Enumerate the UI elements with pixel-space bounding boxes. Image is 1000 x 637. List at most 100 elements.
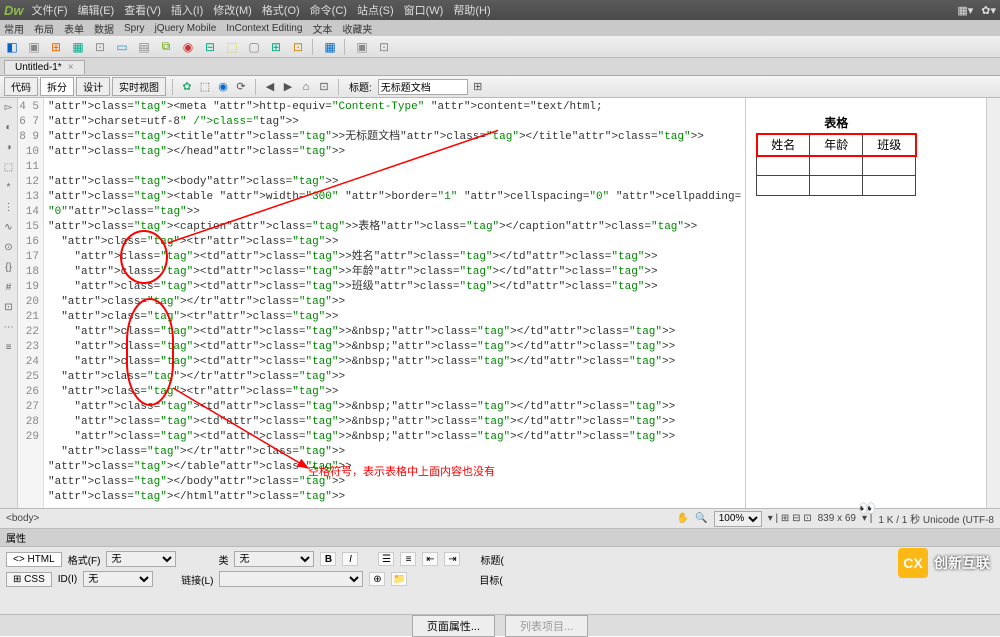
code-pane[interactable]: 4 5 6 7 8 9 10 11 12 13 14 15 16 17 18 1… bbox=[18, 98, 746, 508]
inspect-icon[interactable]: ✿ bbox=[179, 79, 195, 95]
preview-th-1[interactable]: 姓名 bbox=[757, 134, 810, 156]
menu-window[interactable]: 窗口(W) bbox=[404, 2, 444, 18]
outdent-icon[interactable]: ⇤ bbox=[422, 552, 438, 566]
ul-icon[interactable]: ☰ bbox=[378, 552, 394, 566]
extra-icon-1[interactable]: ▣ bbox=[354, 39, 370, 55]
tab-ice[interactable]: InContext Editing bbox=[226, 23, 302, 34]
properties-title[interactable]: 属性 bbox=[0, 529, 1000, 547]
server-include-icon[interactable]: ⊟ bbox=[202, 39, 218, 55]
class-select[interactable]: 无 bbox=[234, 551, 314, 567]
file-mgmt-icon[interactable]: ⬚ bbox=[197, 79, 213, 95]
view-live-button[interactable]: 实时视图 bbox=[112, 77, 166, 96]
format-icon[interactable]: ≡ bbox=[2, 342, 16, 356]
link-point-icon[interactable]: ⊕ bbox=[369, 572, 385, 586]
view-code-button[interactable]: 代码 bbox=[4, 77, 38, 96]
address-icon[interactable]: ⊡ bbox=[316, 79, 332, 95]
table-icon[interactable]: ▦ bbox=[70, 39, 86, 55]
head-icon[interactable]: ▢ bbox=[246, 39, 262, 55]
link-browse-icon[interactable]: 📁 bbox=[391, 572, 407, 586]
menu-edit[interactable]: 编辑(E) bbox=[78, 2, 115, 18]
preview-cell[interactable] bbox=[863, 176, 916, 196]
script-icon[interactable]: ⊞ bbox=[268, 39, 284, 55]
tab-forms[interactable]: 表单 bbox=[64, 21, 84, 36]
id-select[interactable]: 无 bbox=[83, 571, 153, 587]
zoom-select[interactable]: 100% bbox=[714, 511, 762, 527]
close-tab-icon[interactable]: × bbox=[68, 62, 74, 73]
menu-format[interactable]: 格式(O) bbox=[262, 2, 300, 18]
date-icon[interactable]: ◉ bbox=[180, 39, 196, 55]
preview-cell[interactable] bbox=[810, 176, 863, 196]
format-select[interactable]: 无 bbox=[106, 551, 176, 567]
refresh-icon[interactable]: ⟳ bbox=[233, 79, 249, 95]
div-icon[interactable]: ⊡ bbox=[92, 39, 108, 55]
prop-css-button[interactable]: ⊞ CSS bbox=[6, 572, 52, 587]
menu-help[interactable]: 帮助(H) bbox=[453, 2, 490, 18]
nav-home-icon[interactable]: ⌂ bbox=[298, 79, 314, 95]
list-items-button[interactable]: 列表项目... bbox=[505, 615, 588, 637]
nav-fwd-icon[interactable]: ▶ bbox=[280, 79, 296, 95]
email-link-icon[interactable]: ▣ bbox=[26, 39, 42, 55]
preview-table[interactable]: 表格 姓名 年龄 班级 bbox=[756, 112, 916, 196]
balance-icon[interactable]: * bbox=[2, 182, 16, 196]
tab-layout[interactable]: 布局 bbox=[34, 21, 54, 36]
named-anchor-icon[interactable]: ⊞ bbox=[48, 39, 64, 55]
preview-cell[interactable] bbox=[810, 156, 863, 176]
menu-site[interactable]: 站点(S) bbox=[357, 2, 394, 18]
preview-cell[interactable] bbox=[757, 176, 810, 196]
prop-html-button[interactable]: <> HTML bbox=[6, 552, 62, 567]
move-icon[interactable]: ⊡ bbox=[2, 302, 16, 316]
preview-row[interactable] bbox=[757, 176, 916, 196]
bold-icon[interactable]: B bbox=[320, 552, 336, 566]
menu-commands[interactable]: 命令(C) bbox=[310, 2, 347, 18]
highlight-icon[interactable]: ∿ bbox=[2, 222, 16, 236]
hyperlink-icon[interactable]: ◧ bbox=[4, 39, 20, 55]
doc-tab-untitled1[interactable]: Untitled-1* × bbox=[4, 60, 85, 74]
collapse-icon[interactable]: ◐ bbox=[2, 122, 16, 136]
image-icon[interactable]: ▭ bbox=[114, 39, 130, 55]
open-docs-icon[interactable]: ▻ bbox=[2, 102, 16, 116]
nav-back-icon[interactable]: ◀ bbox=[262, 79, 278, 95]
preview-icon[interactable]: ◉ bbox=[215, 79, 231, 95]
tab-jquery[interactable]: jQuery Mobile bbox=[155, 23, 217, 34]
menu-modify[interactable]: 修改(M) bbox=[213, 2, 252, 18]
view-split-button[interactable]: 拆分 bbox=[40, 77, 74, 96]
ol-icon[interactable]: ≡ bbox=[400, 552, 416, 566]
tab-data[interactable]: 数据 bbox=[94, 21, 114, 36]
media-icon[interactable]: ▤ bbox=[136, 39, 152, 55]
preview-th-2[interactable]: 年龄 bbox=[810, 134, 863, 156]
extra-icon-2[interactable]: ⊡ bbox=[376, 39, 392, 55]
design-pane[interactable]: 表格 姓名 年龄 班级 bbox=[746, 98, 1000, 508]
preview-row[interactable] bbox=[757, 156, 916, 176]
select-parent-icon[interactable]: ⬚ bbox=[2, 162, 16, 176]
menu-insert[interactable]: 插入(I) bbox=[171, 2, 203, 18]
auto-indent-icon[interactable]: {} bbox=[2, 262, 16, 276]
indent-icon[interactable]: ⋯ bbox=[2, 322, 16, 336]
comment-icon[interactable]: ⬚ bbox=[224, 39, 240, 55]
preview-cell[interactable] bbox=[863, 156, 916, 176]
workspace-menu-icon[interactable]: ✿▾ bbox=[981, 4, 996, 17]
tab-text[interactable]: 文本 bbox=[312, 21, 332, 36]
syntax-icon[interactable]: ⊙ bbox=[2, 242, 16, 256]
preview-scrollbar[interactable] bbox=[986, 98, 1000, 508]
italic-icon[interactable]: I bbox=[342, 552, 358, 566]
code-editor[interactable]: "attr">class="tag"><meta "attr">http-equ… bbox=[44, 98, 745, 508]
view-design-button[interactable]: 设计 bbox=[76, 77, 110, 96]
expand-icon[interactable]: ◑ bbox=[2, 142, 16, 156]
preview-th-3[interactable]: 班级 bbox=[863, 134, 916, 156]
link-select[interactable] bbox=[219, 571, 363, 587]
preview-cell[interactable] bbox=[757, 156, 810, 176]
tab-spry[interactable]: Spry bbox=[124, 23, 145, 34]
snippets-icon[interactable]: # bbox=[2, 282, 16, 296]
menu-file[interactable]: 文件(F) bbox=[32, 2, 68, 18]
title-input[interactable] bbox=[378, 79, 468, 95]
zoom-tool-icon[interactable]: 🔍 bbox=[695, 513, 707, 524]
check-icon[interactable]: ⊞ bbox=[470, 79, 486, 95]
hand-tool-icon[interactable]: ✋ bbox=[677, 513, 689, 524]
widget-icon[interactable]: ⧉ bbox=[158, 39, 174, 55]
menu-view[interactable]: 查看(V) bbox=[124, 2, 161, 18]
indent-icon[interactable]: ⇥ bbox=[444, 552, 460, 566]
tab-fav[interactable]: 收藏夹 bbox=[342, 21, 372, 36]
templates-icon[interactable]: ⊡ bbox=[290, 39, 306, 55]
tag-selector[interactable]: <body> bbox=[6, 513, 39, 524]
tag-chooser-icon[interactable]: ▦ bbox=[322, 39, 338, 55]
